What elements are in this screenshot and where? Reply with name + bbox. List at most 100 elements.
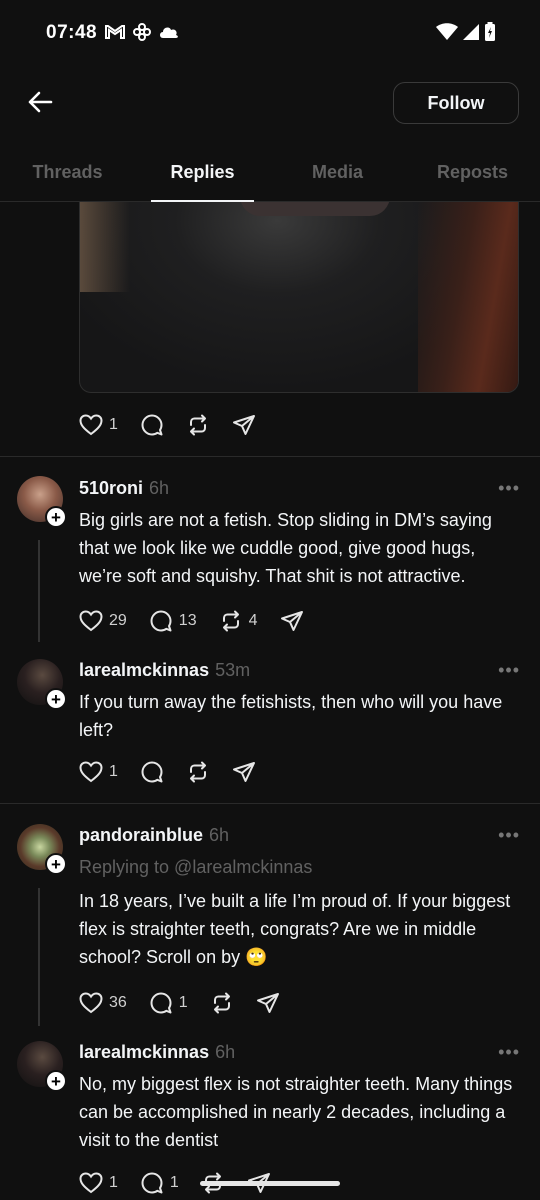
comment-icon — [149, 991, 173, 1015]
repost-icon — [186, 413, 210, 437]
post-actions: 29 13 4 — [79, 609, 326, 633]
back-arrow-icon — [27, 90, 53, 119]
repost-icon — [219, 609, 243, 633]
plus-icon: + — [51, 507, 61, 527]
follow-plus-button[interactable]: + — [45, 853, 67, 875]
share-icon — [256, 991, 280, 1015]
heart-icon — [79, 414, 103, 436]
username[interactable]: pandorainblue — [79, 825, 203, 846]
more-options-button[interactable]: ••• — [498, 825, 520, 846]
more-options-button[interactable]: ••• — [498, 1042, 520, 1063]
post-text: No, my biggest flex is not straighter te… — [79, 1074, 513, 1150]
reply-button[interactable] — [140, 760, 164, 784]
share-button[interactable] — [232, 413, 256, 437]
post-text: If you turn away the fetishists, then wh… — [79, 692, 503, 740]
repost-icon — [186, 760, 210, 784]
repost-count: 4 — [248, 612, 258, 629]
heart-icon — [79, 992, 103, 1014]
reply-button[interactable]: 13 — [149, 609, 197, 633]
share-icon — [280, 609, 304, 633]
tab-media[interactable]: Media — [270, 140, 405, 201]
more-options-button[interactable]: ••• — [498, 660, 520, 681]
like-button[interactable]: 1 — [79, 1172, 118, 1194]
follow-button[interactable]: Follow — [393, 82, 519, 124]
like-button[interactable]: 36 — [79, 992, 127, 1014]
repost-icon — [210, 991, 234, 1015]
reply-button[interactable] — [140, 413, 164, 437]
username[interactable]: larealmckinnas — [79, 660, 209, 681]
image-detail — [80, 202, 130, 292]
profile-tabs: Threads Replies Media Reposts — [0, 140, 540, 202]
reply-button[interactable]: 1 — [140, 1171, 179, 1195]
like-count: 1 — [109, 416, 118, 433]
post-actions: 1 — [79, 413, 278, 437]
like-button[interactable]: 1 — [79, 414, 118, 436]
post-header: pandorainblue 6h — [79, 825, 229, 846]
comment-icon — [140, 760, 164, 784]
gmail-icon — [104, 23, 126, 46]
status-time: 07:48 — [46, 22, 98, 43]
share-icon — [232, 760, 256, 784]
like-count: 1 — [109, 1174, 118, 1191]
like-count: 29 — [109, 612, 127, 629]
post-text: In 18 years, I’ve built a life I’m proud… — [79, 891, 511, 967]
pinwheel-icon — [132, 22, 152, 47]
tab-threads[interactable]: Threads — [0, 140, 135, 201]
image-detail — [418, 202, 518, 392]
status-bar: 07:48 — [0, 0, 540, 66]
post-image[interactable] — [79, 202, 519, 393]
username[interactable]: larealmckinnas — [79, 1042, 209, 1063]
thread-line — [38, 540, 40, 642]
plus-icon: + — [51, 854, 61, 874]
like-button[interactable]: 29 — [79, 610, 127, 632]
divider — [0, 456, 540, 457]
repost-button[interactable]: 4 — [219, 609, 258, 633]
replying-to-label[interactable]: Replying to @larealmckinnas — [79, 857, 312, 878]
like-count: 1 — [109, 763, 118, 780]
system-icons — [436, 22, 496, 47]
timestamp: 53m — [215, 660, 251, 680]
divider — [0, 803, 540, 804]
more-options-button[interactable]: ••• — [498, 478, 520, 499]
signal-icon — [462, 23, 480, 46]
follow-plus-button[interactable]: + — [45, 506, 67, 528]
follow-plus-button[interactable]: + — [45, 688, 67, 710]
share-button[interactable] — [280, 609, 304, 633]
repost-button[interactable] — [210, 991, 234, 1015]
repost-button[interactable] — [186, 760, 210, 784]
repost-button[interactable] — [186, 413, 210, 437]
back-button[interactable] — [22, 86, 58, 122]
notification-icons — [104, 22, 180, 47]
home-indicator[interactable] — [200, 1181, 340, 1186]
share-icon — [232, 413, 256, 437]
post-header: 510roni 6h — [79, 478, 169, 499]
reply-button[interactable]: 1 — [149, 991, 188, 1015]
heart-icon — [79, 1172, 103, 1194]
comment-icon — [140, 1171, 164, 1195]
share-button[interactable] — [256, 991, 280, 1015]
heart-icon — [79, 610, 103, 632]
reply-count: 1 — [169, 1174, 179, 1191]
reply-count: 13 — [178, 612, 197, 629]
follow-plus-button[interactable]: + — [45, 1070, 67, 1092]
battery-icon — [484, 22, 496, 47]
profile-header: Follow — [0, 66, 540, 140]
tab-replies[interactable]: Replies — [135, 140, 270, 202]
post-header: larealmckinnas 6h — [79, 1042, 235, 1063]
post-actions: 36 1 — [79, 991, 302, 1015]
timestamp: 6h — [209, 825, 230, 845]
like-count: 36 — [109, 994, 127, 1011]
like-button[interactable]: 1 — [79, 761, 118, 783]
username[interactable]: 510roni — [79, 478, 143, 499]
plus-icon: + — [51, 1071, 61, 1091]
thread-line — [38, 888, 40, 1026]
image-detail — [240, 202, 390, 216]
timestamp: 6h — [215, 1042, 236, 1062]
post-text: Big girls are not a fetish. Stop sliding… — [79, 510, 492, 586]
share-button[interactable] — [232, 760, 256, 784]
tab-reposts[interactable]: Reposts — [405, 140, 540, 201]
timestamp: 6h — [149, 478, 170, 498]
comment-icon — [149, 609, 173, 633]
wifi-icon — [436, 23, 458, 46]
reply-count: 1 — [178, 994, 188, 1011]
